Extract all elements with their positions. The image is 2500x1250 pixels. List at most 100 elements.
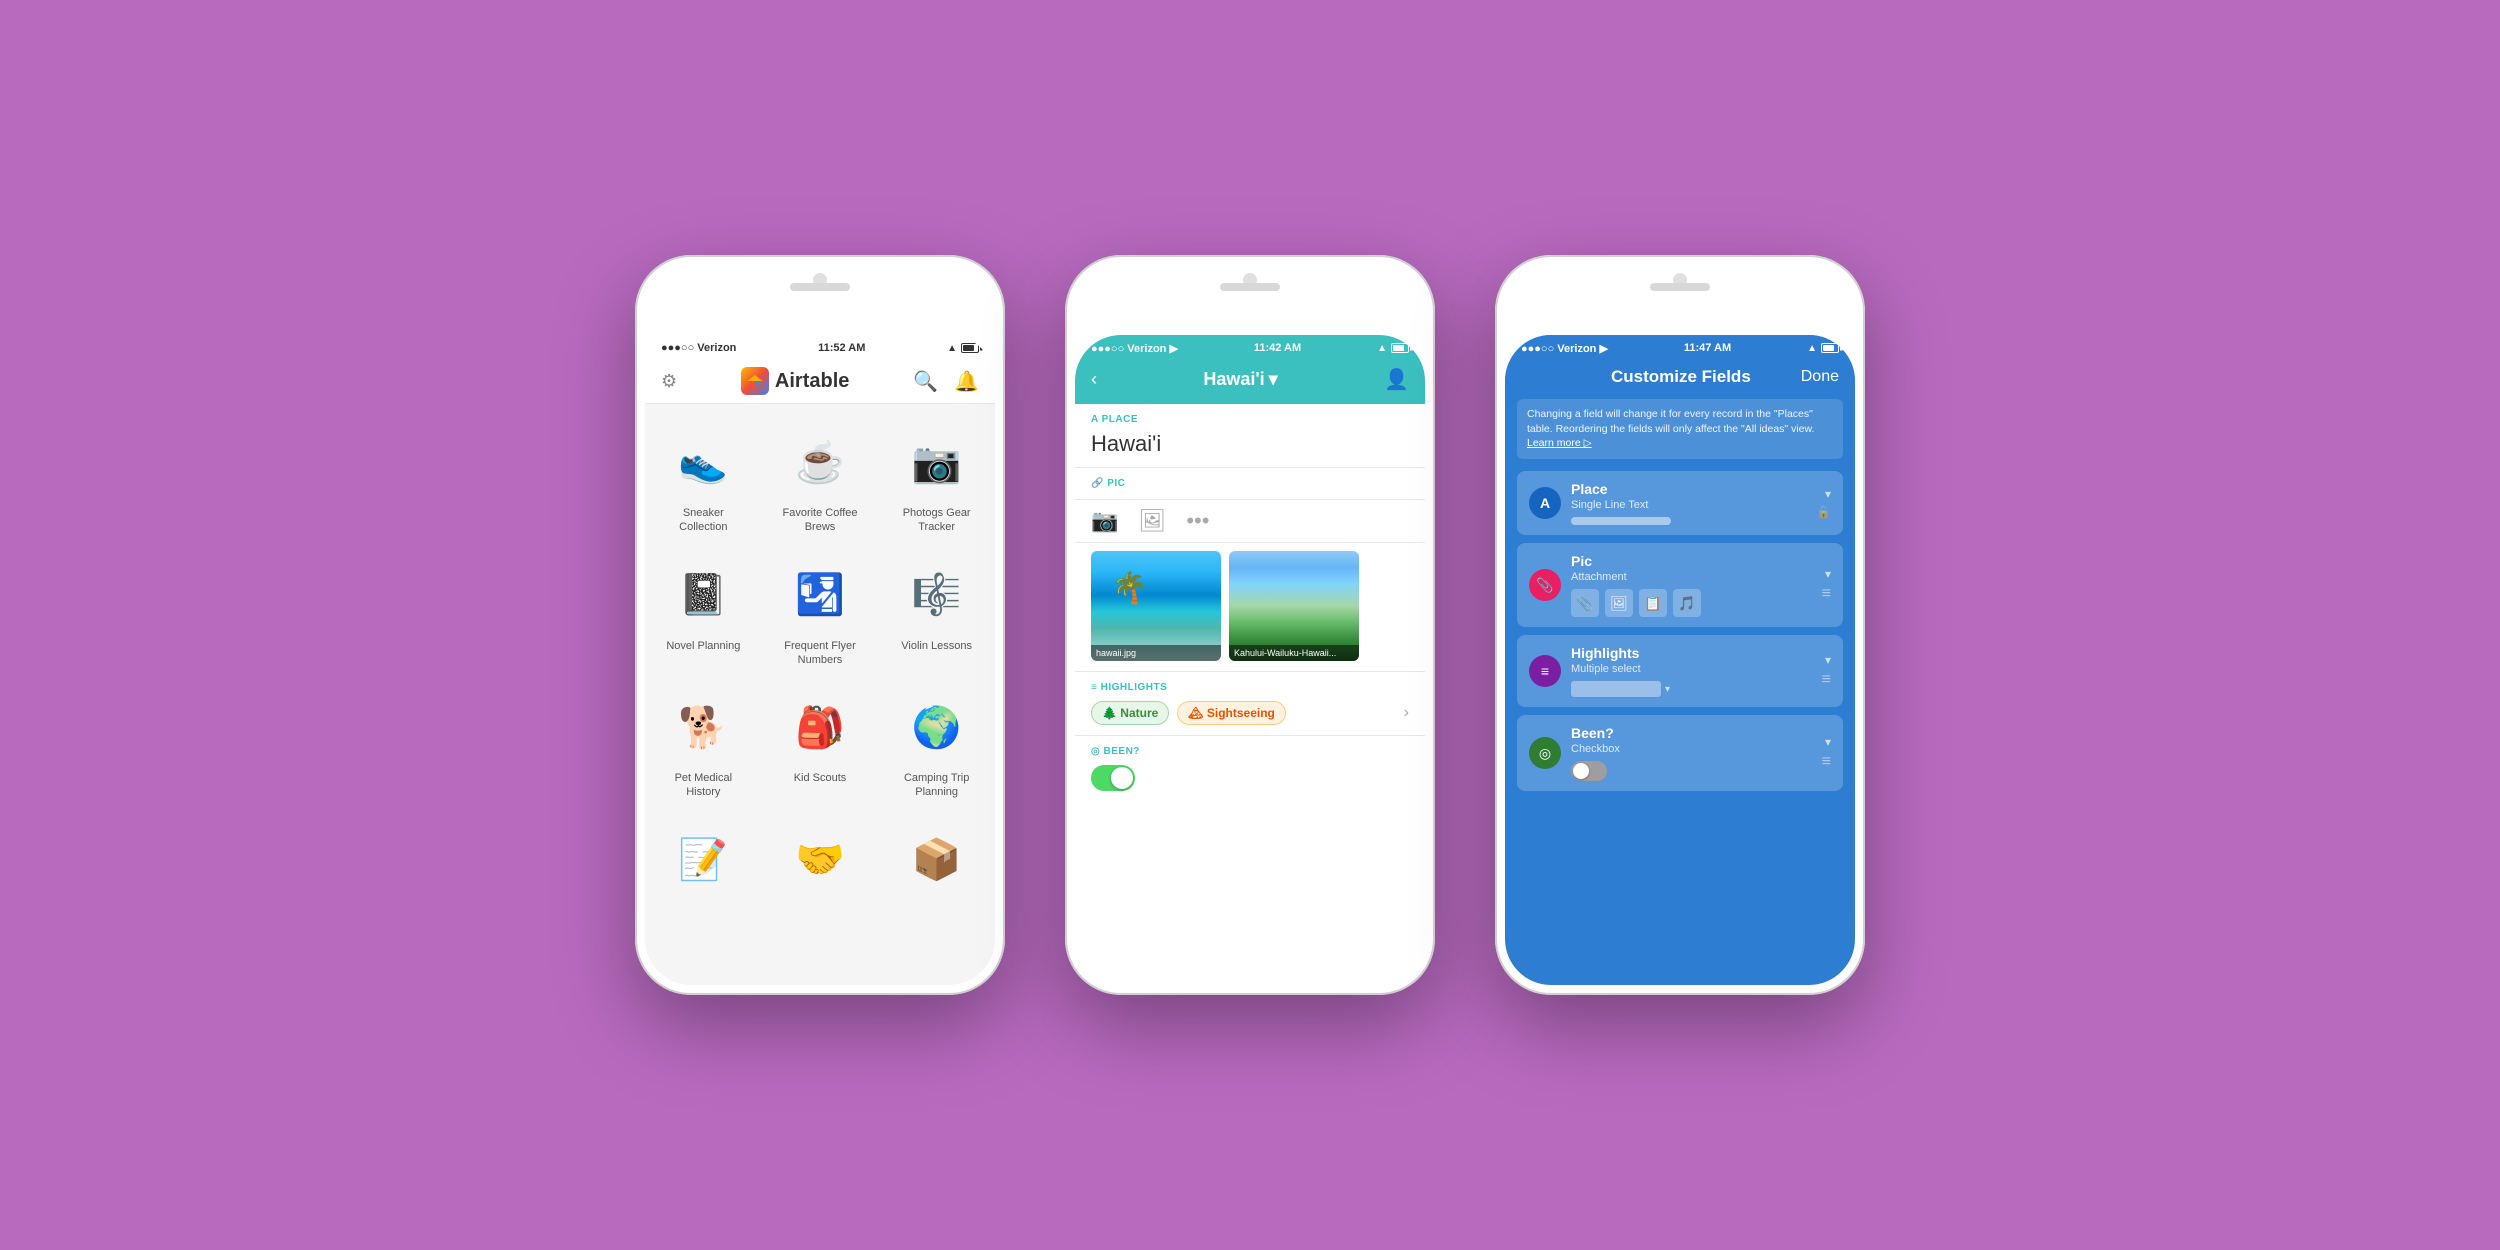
camera-upload-icon[interactable]: 📷: [1091, 508, 1118, 534]
been-checkbox-visual[interactable]: [1571, 761, 1607, 781]
pic-dropdown-icon[interactable]: ▾: [1825, 567, 1831, 581]
novel-icon: 📓: [667, 559, 739, 631]
carrier-3: ●●●○○ Verizon ▶: [1521, 342, 1608, 355]
nature-tag[interactable]: 🌲 Nature: [1091, 701, 1169, 725]
place-dropdown-icon[interactable]: ▾: [1825, 487, 1831, 501]
toggle-on[interactable]: [1091, 765, 1135, 791]
tags-row: 🌲 Nature 🏔 Sightseeing ›: [1091, 701, 1409, 725]
highlights-drag-handle[interactable]: ≡: [1822, 671, 1831, 689]
app-name: Airtable: [775, 370, 849, 393]
been-field-name: Been?: [1571, 725, 1812, 741]
highlights-field-content: Highlights Multiple select ▾: [1571, 645, 1812, 697]
apps-grid: 👟 SneakerCollection ☕ Favorite CoffeeBre…: [645, 404, 995, 926]
pet-label: Pet MedicalHistory: [675, 771, 732, 800]
app-novel-planning[interactable]: 📓 Novel Planning: [645, 547, 762, 680]
app-package[interactable]: 📦: [878, 812, 995, 916]
signal-icon-3: ▲: [1807, 343, 1817, 354]
handshake-icon: 🤝: [784, 824, 856, 896]
been-dropdown-icon[interactable]: ▾: [1825, 735, 1831, 749]
app-notes[interactable]: 📝: [645, 812, 762, 916]
place-field-label: A PLACE: [1091, 414, 1409, 425]
highlights-select-bar[interactable]: [1571, 681, 1661, 697]
pic-field-actions: 📎 🖼 📋 🎵: [1571, 589, 1812, 617]
carrier-2: ●●●○○ Verizon ▶: [1091, 342, 1178, 355]
pic-field-icon: 📎: [1529, 569, 1561, 601]
backpack-icon: 🎒: [784, 691, 856, 763]
status-right-2: ▲: [1377, 343, 1409, 354]
package-icon: 📦: [901, 824, 973, 896]
highlights-field-name: Highlights: [1571, 645, 1812, 661]
camera-icon: 📷: [901, 426, 973, 498]
customize-header: Customize Fields Done: [1505, 359, 1855, 399]
novel-label: Novel Planning: [666, 639, 740, 653]
violin-icon: 🎼: [901, 559, 973, 631]
photo-kahului[interactable]: Kahului-Wailuku-Hawaii...: [1229, 551, 1359, 661]
music-icon[interactable]: 🎵: [1673, 589, 1701, 617]
sneaker-label: SneakerCollection: [679, 506, 727, 535]
info-text: Changing a field will change it for ever…: [1527, 408, 1814, 435]
learn-more-link[interactable]: Learn more ▷: [1527, 437, 1592, 449]
time-2: 11:42 AM: [1254, 342, 1301, 354]
app-handshake[interactable]: 🤝: [762, 812, 879, 916]
app-violin-lessons[interactable]: 🎼 Violin Lessons: [878, 547, 995, 680]
time-3: 11:47 AM: [1684, 342, 1731, 354]
status-bar-2: ●●●○○ Verizon ▶ 11:42 AM ▲: [1075, 335, 1425, 359]
hawaii-name: Hawai'i: [1203, 369, 1264, 390]
highlights-dropdown-wrap: ▾: [1571, 681, 1812, 697]
pic-field-type: Attachment: [1571, 571, 1812, 583]
battery-icon-1: [961, 343, 979, 353]
highlights-mini-chevron[interactable]: ▾: [1665, 684, 1670, 695]
field-card-been: ◎ Been? Checkbox ▾ ≡: [1517, 715, 1843, 791]
settings-icon[interactable]: ⚙: [661, 371, 677, 392]
back-button[interactable]: ‹: [1091, 369, 1097, 390]
photo-hawaii[interactable]: hawaii.jpg: [1091, 551, 1221, 661]
flyer-label: Frequent FlyerNumbers: [784, 639, 856, 668]
highlights-label: ≡ HIGHLIGHTS: [1091, 682, 1409, 693]
been-label-text: ◎ BEEN?: [1091, 746, 1140, 757]
status-bar-3: ●●●○○ Verizon ▶ 11:47 AM ▲: [1505, 335, 1855, 359]
status-right-3: ▲: [1807, 343, 1839, 354]
more-icon[interactable]: •••: [1186, 508, 1209, 534]
app-sneaker-collection[interactable]: 👟 SneakerCollection: [645, 414, 762, 547]
notes-icon: 📝: [667, 824, 739, 896]
field-card-highlights: ≡ Highlights Multiple select ▾ ▾ ≡: [1517, 635, 1843, 707]
image-upload-icon[interactable]: 🖼: [1138, 508, 1166, 534]
been-field-type: Checkbox: [1571, 743, 1812, 755]
app-pet-medical[interactable]: 🐕 Pet MedicalHistory: [645, 679, 762, 812]
dropdown-icon[interactable]: ▾: [1269, 369, 1278, 390]
header-icons: 🔍 🔔: [913, 369, 979, 394]
search-icon[interactable]: 🔍: [913, 369, 938, 394]
app-photogs-gear[interactable]: 📷 Photogs GearTracker: [878, 414, 995, 547]
info-box: Changing a field will change it for ever…: [1517, 399, 1843, 459]
pic-drag-handle[interactable]: ≡: [1822, 585, 1831, 603]
app-frequent-flyer[interactable]: 🛂 Frequent FlyerNumbers: [762, 547, 879, 680]
phones-container: ●●●○○ Verizon 11:52 AM ▲ ⚙: [635, 255, 1865, 995]
place-field-content: Place Single Line Text: [1571, 481, 1806, 525]
app-kid-scouts[interactable]: 🎒 Kid Scouts: [762, 679, 879, 812]
app-coffee-brews[interactable]: ☕ Favorite CoffeeBrews: [762, 414, 879, 547]
field-card-place: A Place Single Line Text ▾ 🔒: [1517, 471, 1843, 535]
person-icon[interactable]: 👤: [1384, 367, 1409, 392]
place-field-right: ▾ 🔒: [1816, 487, 1831, 519]
place-field-bar: [1571, 517, 1671, 525]
pic-label-text: 🔗 PIC: [1091, 478, 1125, 489]
doc-icon[interactable]: 📋: [1639, 589, 1667, 617]
been-drag-handle[interactable]: ≡: [1822, 753, 1831, 771]
done-button[interactable]: Done: [1801, 368, 1839, 386]
record-content: A PLACE Hawai'i 🔗 PIC 📷 🖼 •••: [1075, 404, 1425, 985]
sightseeing-tag[interactable]: 🏔 Sightseeing: [1177, 701, 1286, 725]
highlights-label-text: ≡ HIGHLIGHTS: [1091, 682, 1167, 693]
dog-icon: 🐕: [667, 691, 739, 763]
signal-icon-2: ▲: [1377, 343, 1387, 354]
place-field: A PLACE Hawai'i: [1075, 404, 1425, 468]
highlights-chevron[interactable]: ›: [1404, 704, 1409, 722]
place-field-icon: A: [1529, 487, 1561, 519]
image-icon[interactable]: 🖼: [1605, 589, 1633, 617]
highlights-dropdown-icon[interactable]: ▾: [1825, 653, 1831, 667]
place-field-value[interactable]: Hawai'i: [1091, 431, 1409, 457]
airtable-logo-icon: [741, 367, 769, 395]
been-toggle[interactable]: [1091, 765, 1409, 791]
app-camping-trip[interactable]: 🌍 Camping TripPlanning: [878, 679, 995, 812]
bell-icon[interactable]: 🔔: [954, 369, 979, 394]
attachment-icon[interactable]: 📎: [1571, 589, 1599, 617]
